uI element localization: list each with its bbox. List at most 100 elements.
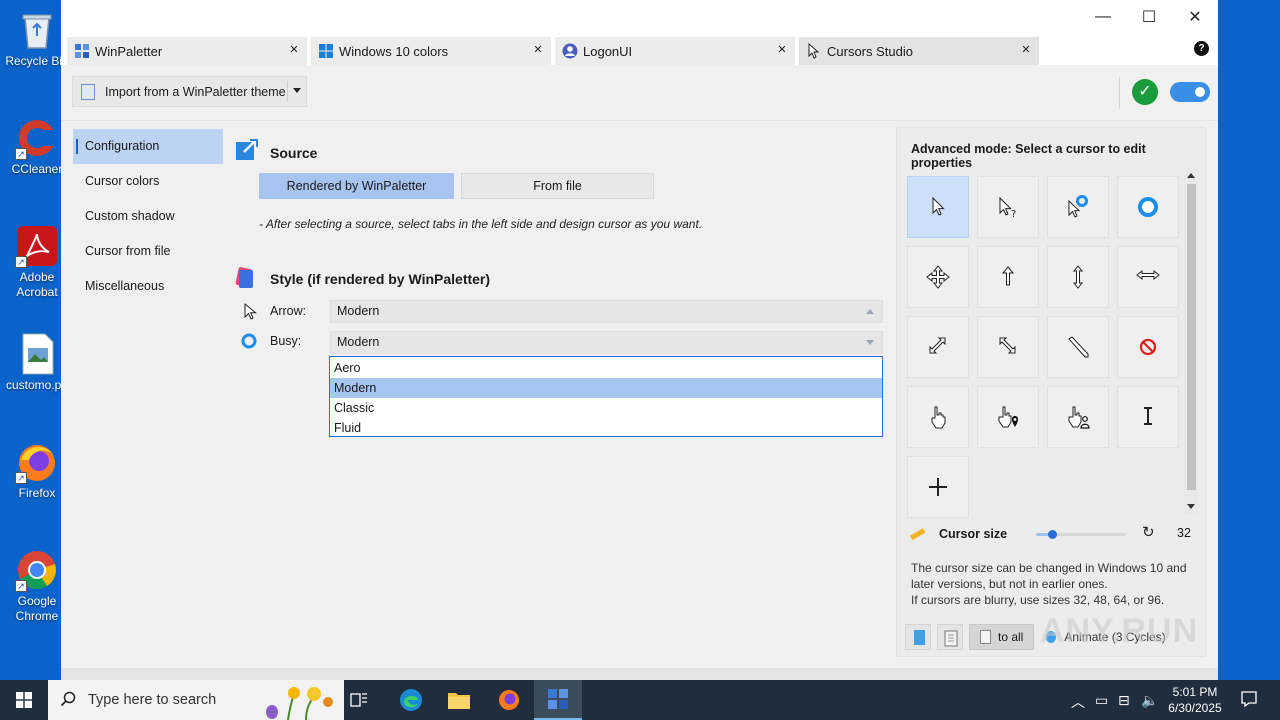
taskbar-search-input[interactable]: Type here to search [48,680,344,720]
winpaletter-taskbar-button[interactable] [534,680,582,720]
cursor-icon [808,43,820,59]
nav-item-configuration[interactable]: Configuration [73,129,223,164]
apply-to-all-button[interactable]: to all [969,624,1035,650]
firefox-icon [499,690,519,710]
arrow-style-select[interactable]: Modern [330,300,883,323]
ethernet-icon[interactable]: ⊟ [1118,692,1130,709]
taskbar-clock[interactable]: 5:01 PM 6/30/2025 [1162,684,1228,716]
advanced-panel-title: Advanced mode: Select a cursor to edit p… [911,142,1146,170]
tab-logonui[interactable]: LogonUI ✕ [555,37,795,65]
pen-cursor-icon [1068,336,1089,358]
cursor-cell-hand[interactable] [907,386,969,448]
nesw-resize-cursor-icon [929,337,946,354]
apply-to-all-label: to all [998,630,1024,644]
cursor-cell-arrow[interactable] [907,176,969,238]
from-file-button[interactable]: From file [461,173,654,199]
pin-cursor-icon [998,406,1018,428]
shortcut-arrow-icon: ↗ [15,256,27,268]
close-tab-icon[interactable]: ✕ [287,43,301,57]
hand-cursor-icon [931,406,946,429]
cursor-cell-app-starting[interactable] [1047,176,1109,238]
cursor-cell-busy[interactable] [1117,176,1179,238]
nav-item-custom-shadow[interactable]: Custom shadow [73,199,223,234]
close-tab-icon[interactable]: ✕ [1019,43,1033,57]
import-theme-button[interactable]: Import from a WinPaletter theme [72,76,307,107]
cursor-size-slider[interactable] [1036,530,1126,539]
firefox-taskbar-button[interactable] [485,680,533,720]
file-explorer-taskbar-button[interactable] [435,680,483,720]
up-arrow-cursor-icon [1001,266,1015,286]
toolbar: Import from a WinPaletter theme ✓ [61,65,1218,121]
winpaletter-icon [75,44,89,58]
reset-size-icon[interactable]: ↻ [1142,525,1158,541]
volume-icon[interactable]: 🔈 [1141,692,1158,709]
close-button[interactable]: ✕ [1173,2,1217,32]
busy-ring-small-icon [241,333,257,349]
dropdown-arrow-icon[interactable] [293,88,301,93]
scroll-thumb[interactable] [1187,184,1196,490]
split-divider [287,81,288,102]
source-icon [236,139,258,160]
paste-icon[interactable] [937,624,963,650]
dropdown-option-modern[interactable]: Modern [330,378,882,398]
cursor-cell-nwse-resize[interactable] [977,316,1039,378]
cursor-cell-pen[interactable] [1047,316,1109,378]
tab-cursors-studio[interactable]: Cursors Studio ✕ [799,37,1039,65]
style-palette-icon [235,267,253,288]
cursor-cell-ns-resize[interactable] [1047,246,1109,308]
minimize-button[interactable]: — [1081,2,1125,32]
scroll-up-icon[interactable] [1187,173,1195,178]
network-icon[interactable]: ▭ [1095,692,1108,709]
busy-label: Busy: [270,334,302,348]
cursor-cell-ew-resize[interactable] [1117,246,1179,308]
tab-windows-10-colors[interactable]: Windows 10 colors ✕ [311,37,551,65]
style-title: Style (if rendered by WinPaletter) [270,271,491,287]
cursor-grid-scrollbar[interactable] [1184,168,1198,514]
close-tab-icon[interactable]: ✕ [531,43,545,57]
import-theme-label: Import from a WinPaletter theme [105,84,286,99]
dropdown-option-classic[interactable]: Classic [330,398,882,418]
start-button[interactable] [0,680,48,720]
busy-style-select[interactable]: Modern [330,331,883,354]
maximize-button[interactable]: ☐ [1127,2,1171,32]
chrome-icon: ↗ [15,548,59,592]
enable-toggle[interactable] [1170,82,1210,102]
note-line: The cursor size can be changed in Window… [911,561,1187,591]
nav-item-cursor-colors[interactable]: Cursor colors [73,164,223,199]
acrobat-icon: ↗ [15,224,59,268]
cursor-cell-person[interactable] [1047,386,1109,448]
cursor-cell-nesw-resize[interactable] [907,316,969,378]
shortcut-arrow-icon: ↗ [15,148,27,160]
cursor-cell-help[interactable]: ? [977,176,1039,238]
cursor-cell-ibeam[interactable] [1117,386,1179,448]
dropdown-option-fluid[interactable]: Fluid [330,418,882,438]
help-icon[interactable]: ? [1194,41,1209,56]
show-hidden-icons[interactable]: ︿ [1071,692,1085,712]
desktop-icon-label: CCleaner [11,162,63,176]
advanced-panel: Advanced mode: Select a cursor to edit p… [896,127,1206,657]
chevron-down-icon [866,340,874,345]
source-title: Source [270,145,318,161]
rendered-by-winpaletter-button[interactable]: Rendered by WinPaletter [259,173,454,199]
cursor-cell-pin[interactable] [977,386,1039,448]
cursor-cell-cross[interactable] [907,456,969,518]
nav-item-miscellaneous[interactable]: Miscellaneous [73,269,223,304]
tab-winpaletter[interactable]: WinPaletter ✕ [67,37,307,65]
notifications-icon[interactable] [1240,690,1258,711]
arrow-label: Arrow: [270,304,307,318]
edge-taskbar-button[interactable] [387,680,435,720]
slider-knob[interactable] [1048,530,1058,539]
copy-icon[interactable] [905,624,931,650]
source-hint: - After selecting a source, select tabs … [259,217,703,231]
cursors-studio-window: — ☐ ✕ WinPaletter ✕ Windows 10 colors ✕ … [61,0,1218,680]
scroll-down-icon[interactable] [1187,504,1195,509]
nav-item-cursor-from-file[interactable]: Cursor from file [73,234,223,269]
windows-start-icon [16,692,32,708]
dropdown-option-aero[interactable]: Aero [330,358,882,378]
cursor-cell-move[interactable] [907,246,969,308]
task-view-button[interactable] [335,680,383,720]
cursor-cell-up[interactable] [977,246,1039,308]
close-tab-icon[interactable]: ✕ [775,43,789,57]
cursor-cell-unavailable[interactable] [1117,316,1179,378]
unavailable-cursor-icon [1139,338,1157,356]
